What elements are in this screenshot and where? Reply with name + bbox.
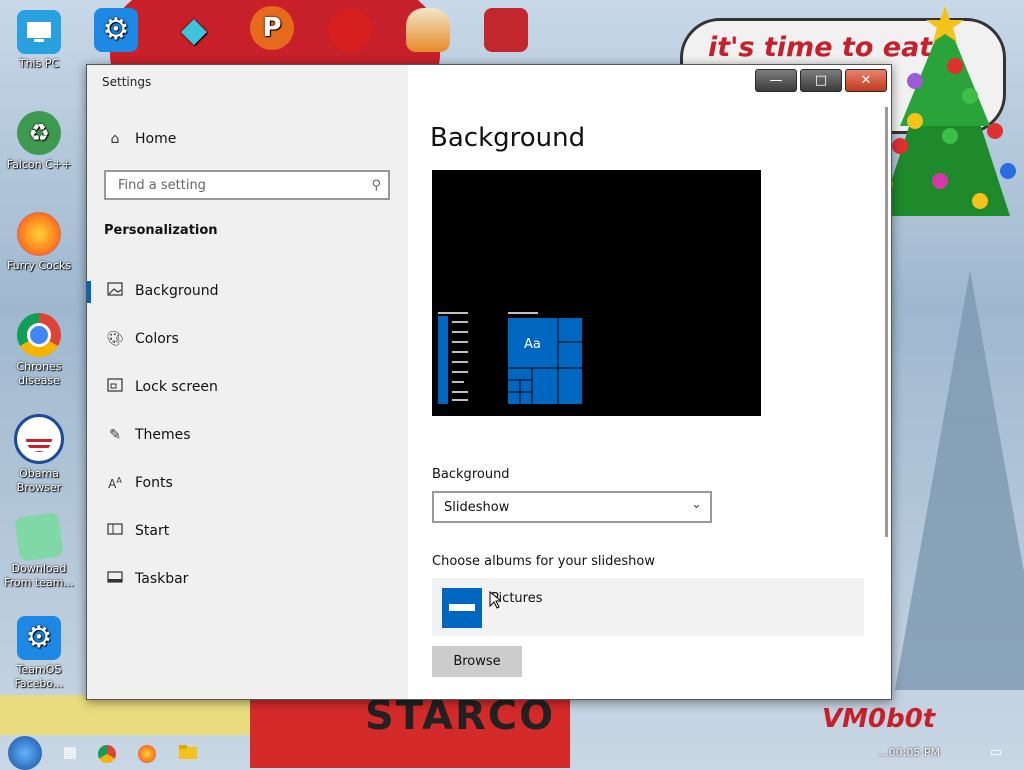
desktop-icon-download[interactable]: Download From team...: [3, 512, 75, 590]
desktop-icon-gift[interactable]: [470, 8, 542, 55]
sidebar-item-home[interactable]: ⌂ Home: [87, 119, 408, 159]
browse-button[interactable]: Browse: [432, 646, 522, 677]
desktop-icon-teamos-facebook[interactable]: ⚙ TeamOS Facebo...: [3, 616, 75, 691]
chrome-icon: [17, 313, 61, 357]
desktop-icon-figure[interactable]: [392, 8, 464, 55]
diamond-icon: ◆: [180, 10, 208, 50]
sidebar-item-label: Home: [135, 131, 177, 147]
desktop-icon-teamos[interactable]: ⚙: [80, 8, 152, 55]
settings-window: Settings ⌂ Home ⚲ Personalization Backgr…: [86, 64, 892, 700]
start-icon: [105, 523, 125, 539]
desktop-icon-label: This PC: [18, 57, 60, 70]
desktop-icon-label: Chrones disease: [16, 360, 62, 387]
desktop-icon-label: TeamOS Facebo...: [14, 663, 64, 690]
desktop-icon-angry-bird[interactable]: [314, 8, 386, 55]
sidebar-item-taskbar[interactable]: Taskbar: [87, 559, 408, 599]
browser-icon: [14, 414, 64, 464]
wallpaper-signature: VM0b0t: [822, 704, 936, 734]
search-input[interactable]: [116, 177, 360, 194]
album-item-pictures[interactable]: Pictures: [432, 578, 864, 636]
picture-icon: [105, 282, 125, 300]
desktop-icon-label: Download From team...: [4, 562, 74, 589]
close-button[interactable]: ✕: [845, 69, 887, 92]
gear-icon: ⚙: [94, 8, 138, 52]
computer-icon: [17, 10, 61, 54]
dropdown-value: Slideshow: [444, 500, 510, 515]
settings-main: Background Aa Background Slideshow ⌄ Cho…: [408, 97, 891, 699]
window-controls: — □ ✕: [755, 69, 887, 92]
desktop-icon-label: Furry Cocks: [6, 259, 72, 272]
desktop-icon-label: Obama Browser: [16, 467, 62, 494]
background-label: Background: [432, 467, 510, 482]
desktop-icon-firefox[interactable]: Furry Cocks: [3, 212, 75, 273]
desktop-icon-diamond[interactable]: ◆: [158, 8, 230, 55]
sidebar-item-background[interactable]: Background: [87, 271, 408, 311]
sidebar-item-lock-screen[interactable]: Lock screen: [87, 367, 408, 407]
task-view-icon[interactable]: ▦: [58, 740, 82, 764]
sidebar-item-colors[interactable]: 🎨︎ Colors: [87, 319, 408, 359]
main-scrollbar[interactable]: [885, 107, 888, 537]
themes-icon: ✎: [109, 427, 121, 443]
maximize-button[interactable]: □: [800, 69, 842, 92]
preview-tile-text: Aa: [524, 337, 541, 352]
angry-bird-icon: [328, 8, 372, 52]
desktop-icon-this-pc[interactable]: This PC: [3, 10, 75, 71]
firefox-icon: [17, 212, 61, 256]
settings-sidebar: Settings ⌂ Home ⚲ Personalization Backgr…: [87, 65, 408, 699]
page-title: Background: [430, 123, 586, 153]
minimize-button[interactable]: —: [755, 69, 797, 92]
sidebar-item-label: Colors: [135, 331, 179, 347]
home-icon: ⌂: [110, 131, 120, 147]
sidebar-item-label: Lock screen: [135, 379, 218, 395]
lock-screen-icon: [105, 378, 125, 396]
desktop-icon-proginchi[interactable]: P: [236, 6, 308, 53]
firefox-taskbar-icon[interactable]: [138, 745, 156, 763]
sidebar-item-label: Taskbar: [135, 571, 189, 587]
search-icon: ⚲: [371, 178, 381, 193]
christmas-tree-icon: [877, 6, 1016, 216]
desktop-icon-label: Falcon C++: [6, 158, 72, 171]
palette-icon: 🎨︎: [106, 331, 124, 347]
gear-icon: ⚙: [17, 616, 61, 660]
desktop-icon-obama-browser[interactable]: Obama Browser: [3, 414, 75, 495]
desktop-icon-chrome[interactable]: Chrones disease: [3, 313, 75, 388]
chrome-taskbar-icon[interactable]: [98, 745, 116, 763]
taskbar: ▦ ...00:05 PM ▭: [0, 736, 1024, 770]
window-title: Settings: [102, 75, 152, 89]
sidebar-item-label: Fonts: [135, 475, 173, 491]
section-heading: Personalization: [104, 223, 218, 238]
background-preview: Aa: [432, 170, 761, 416]
folder-icon: [442, 588, 482, 628]
mouse-cursor-icon: [489, 590, 503, 613]
taskbar-icon: [105, 571, 125, 587]
background-dropdown[interactable]: Slideshow ⌄: [432, 491, 712, 523]
sidebar-item-themes[interactable]: ✎ Themes: [87, 415, 408, 455]
p-logo-icon: P: [250, 6, 294, 50]
sidebar-item-fonts[interactable]: AA Fonts: [87, 463, 408, 503]
notebook-icon: [14, 512, 64, 562]
figure-icon: [406, 8, 450, 52]
sidebar-item-label: Background: [135, 283, 219, 299]
gift-icon: [484, 8, 528, 52]
sidebar-item-label: Themes: [135, 427, 191, 443]
desktop-preview-graphic: [438, 312, 582, 404]
notification-icon[interactable]: ▭: [984, 740, 1008, 764]
sidebar-item-start[interactable]: Start: [87, 511, 408, 551]
wallpaper-pine-tree: [895, 270, 1024, 690]
clock[interactable]: ...00:05 PM: [878, 746, 940, 759]
wallpaper-yellow-shape: [0, 695, 260, 735]
sidebar-item-label: Start: [135, 523, 170, 539]
search-box[interactable]: ⚲: [104, 170, 390, 200]
recycle-icon: ♻: [17, 111, 61, 155]
chevron-down-icon: ⌄: [691, 497, 702, 512]
albums-label: Choose albums for your slideshow: [432, 554, 655, 569]
desktop-icon-falcon[interactable]: ♻ Falcon C++: [3, 111, 75, 172]
fonts-icon: AA: [108, 475, 122, 491]
start-button[interactable]: [8, 736, 42, 770]
file-explorer-icon[interactable]: [176, 740, 200, 764]
